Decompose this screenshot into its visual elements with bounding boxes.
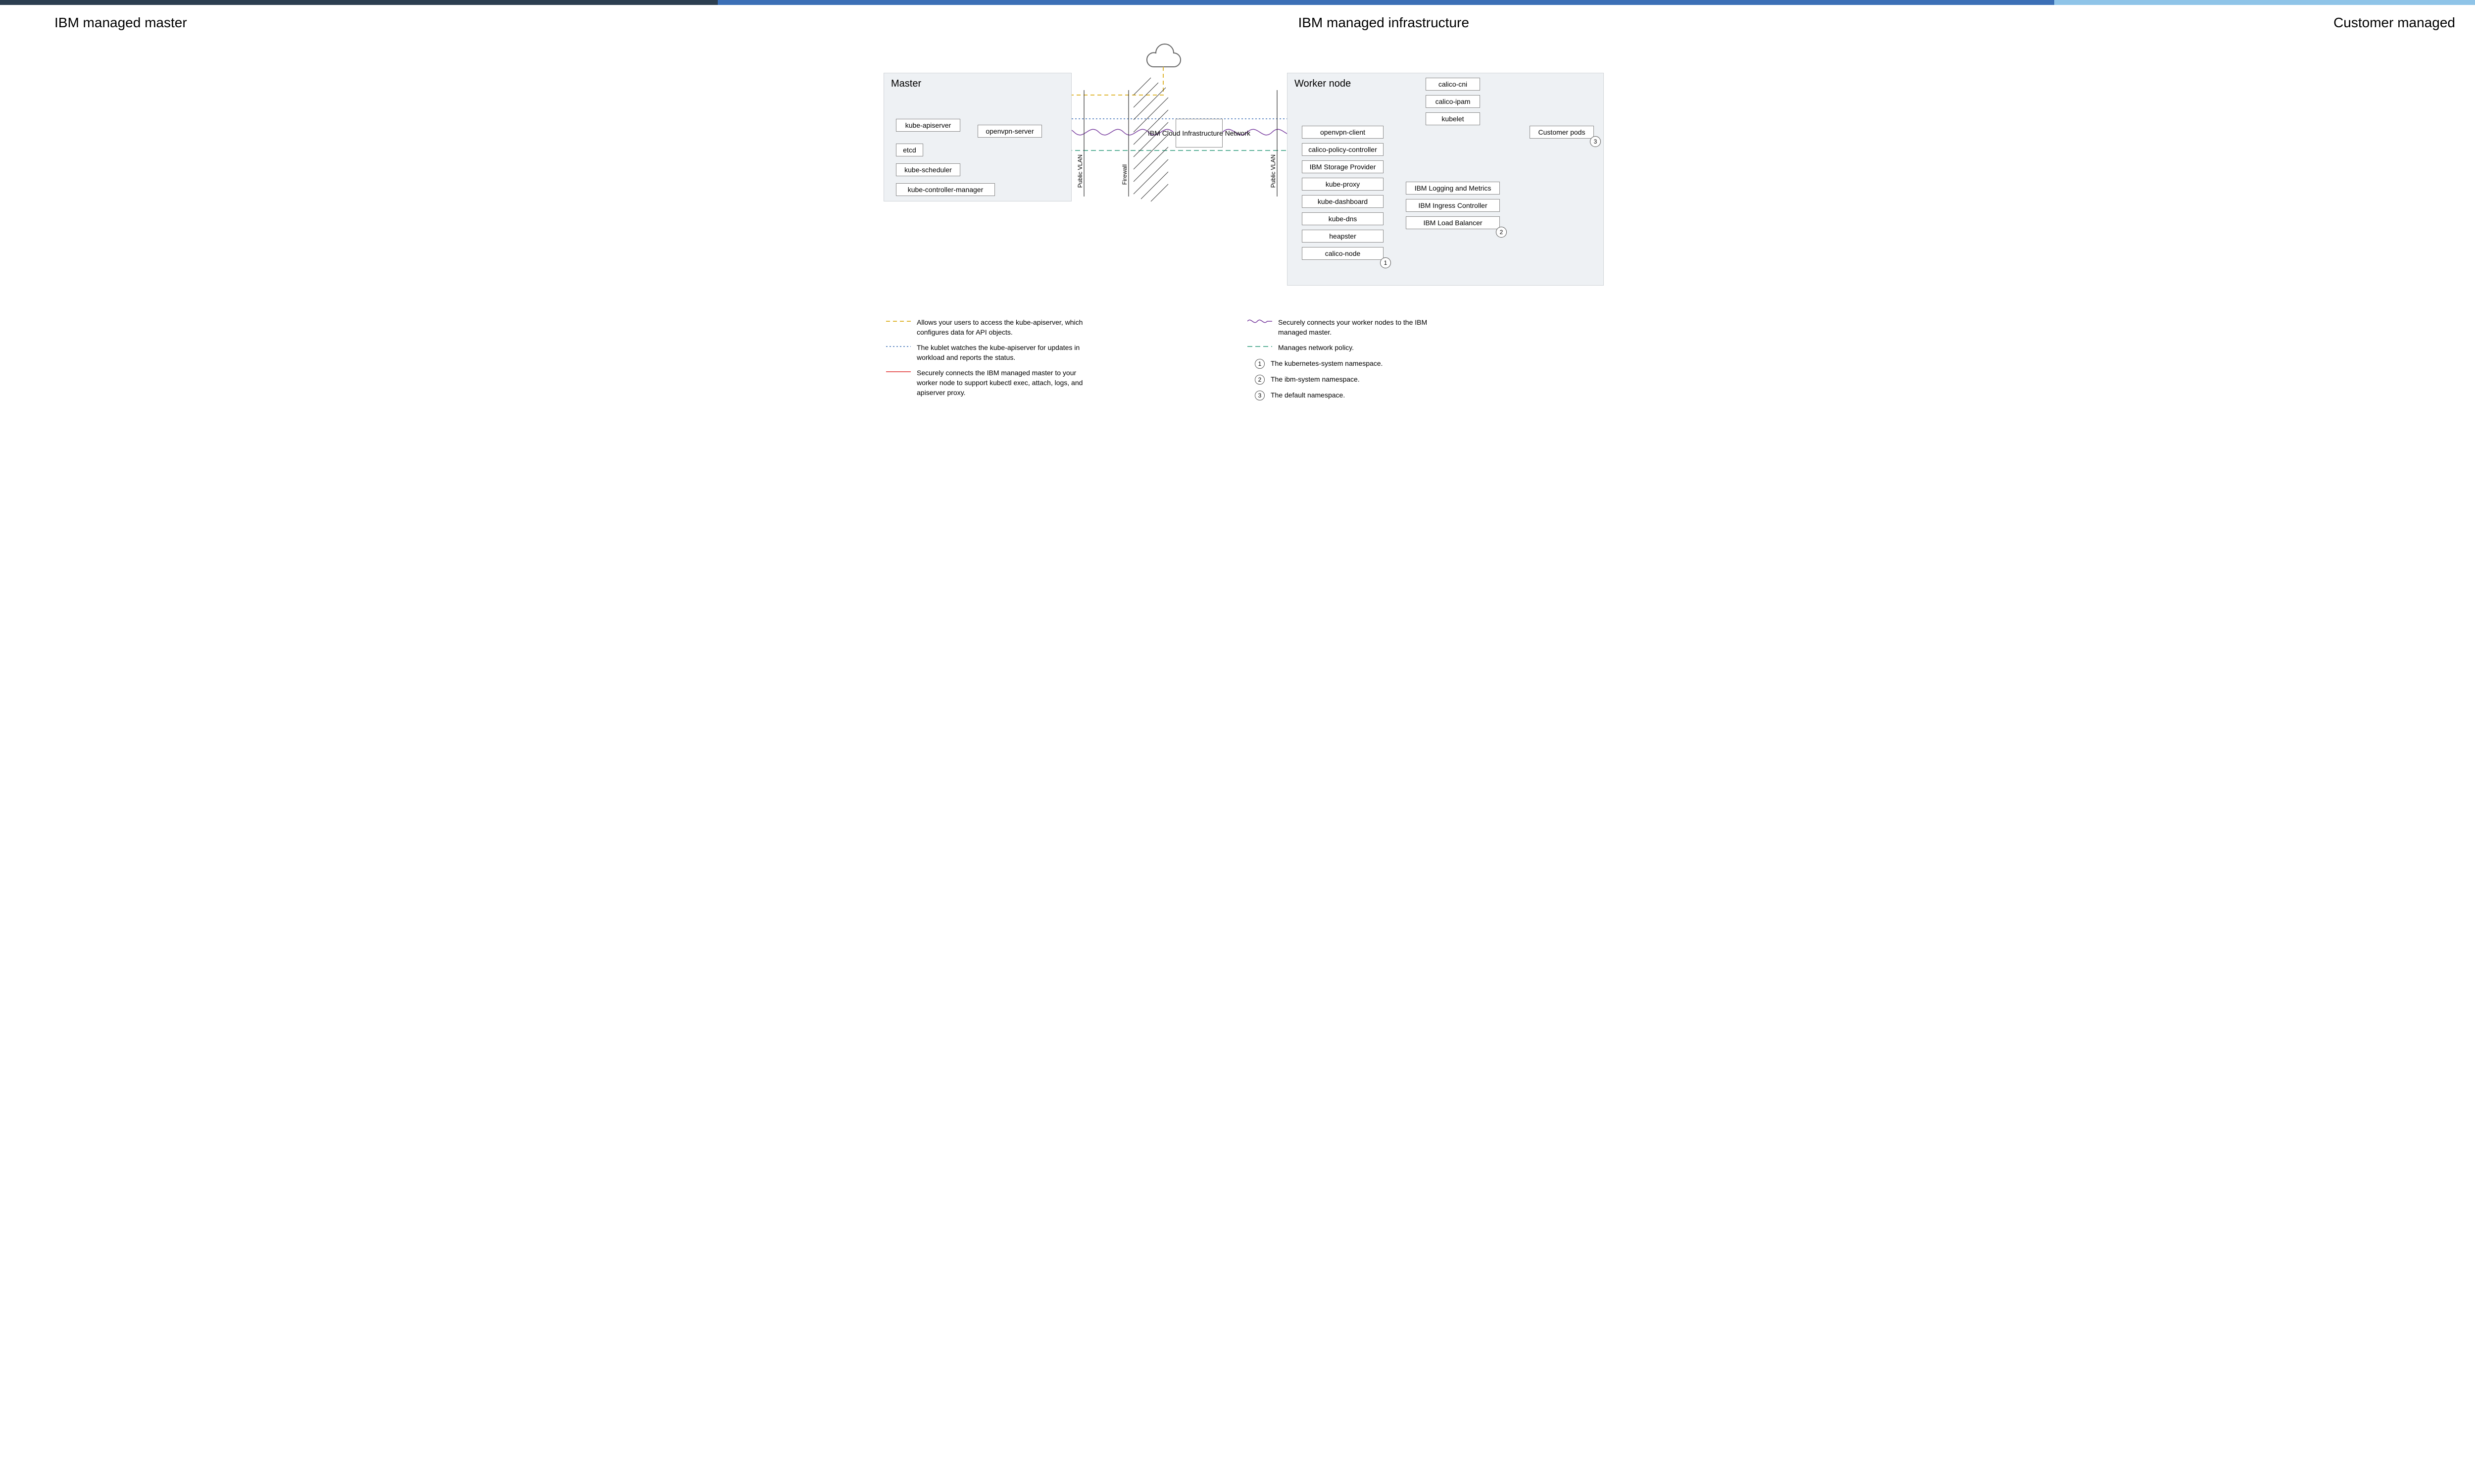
header-master: IBM managed master (20, 15, 726, 31)
box-heapster: heapster (1302, 230, 1384, 243)
box-etcd: etcd (896, 144, 923, 156)
label-public-vlan-right: Public VLAN (1270, 154, 1277, 188)
section-headers: IBM managed master IBM managed infrastru… (20, 15, 2455, 31)
box-calico-policy-controller: calico-policy-controller (1302, 143, 1384, 156)
box-kube-scheduler: kube-scheduler (896, 163, 960, 176)
diagram-canvas: Master kube-apiserver openvpn-server etc… (866, 31, 1609, 318)
box-openvpn-server: openvpn-server (978, 125, 1042, 138)
box-ibm-cloud-infra: IBM Cloud Infrastructure Network (1176, 119, 1223, 148)
legend-blue: The kublet watches the kube-apiserver fo… (886, 343, 1228, 362)
box-ibm-load-balancer: IBM Load Balancer (1406, 216, 1500, 229)
badge-2: 2 (1496, 227, 1507, 238)
legend-n1: 1 The kubernetes-system namespace. (1247, 359, 1589, 369)
box-kube-apiserver: kube-apiserver (896, 119, 960, 132)
box-kube-controller-manager: kube-controller-manager (896, 183, 995, 196)
label-firewall: Firewall (1121, 164, 1128, 185)
box-openvpn-client: openvpn-client (1302, 126, 1384, 139)
header-customer: Customer managed (2041, 15, 2455, 31)
box-kubelet: kubelet (1426, 112, 1480, 125)
box-calico-ipam: calico-ipam (1426, 95, 1480, 108)
legend-n2: 2 The ibm-system namespace. (1247, 375, 1589, 385)
legend-n3: 3 The default namespace. (1247, 391, 1589, 400)
box-calico-node: calico-node (1302, 247, 1384, 260)
label-public-vlan-left: Public VLAN (1077, 154, 1084, 188)
badge-3: 3 (1590, 136, 1601, 147)
legend-purple: Securely connects your worker nodes to t… (1247, 318, 1589, 337)
box-customer-pods: Customer pods (1530, 126, 1594, 139)
box-ibm-logging-metrics: IBM Logging and Metrics (1406, 182, 1500, 195)
top-bar (0, 0, 2475, 5)
header-infra: IBM managed infrastructure (726, 15, 2041, 31)
box-kube-dashboard: kube-dashboard (1302, 195, 1384, 208)
legend-yellow: Allows your users to access the kube-api… (886, 318, 1228, 337)
box-ibm-ingress-controller: IBM Ingress Controller (1406, 199, 1500, 212)
legend-green: Manages network policy. (1247, 343, 1589, 353)
box-calico-cni: calico-cni (1426, 78, 1480, 91)
box-ibm-storage-provider: IBM Storage Provider (1302, 160, 1384, 173)
box-kube-dns: kube-dns (1302, 212, 1384, 225)
box-kube-proxy: kube-proxy (1302, 178, 1384, 191)
badge-1: 1 (1380, 257, 1391, 268)
legend: Allows your users to access the kube-api… (866, 318, 1609, 421)
legend-red: Securely connects the IBM managed master… (886, 368, 1228, 397)
master-title: Master (884, 73, 1071, 95)
